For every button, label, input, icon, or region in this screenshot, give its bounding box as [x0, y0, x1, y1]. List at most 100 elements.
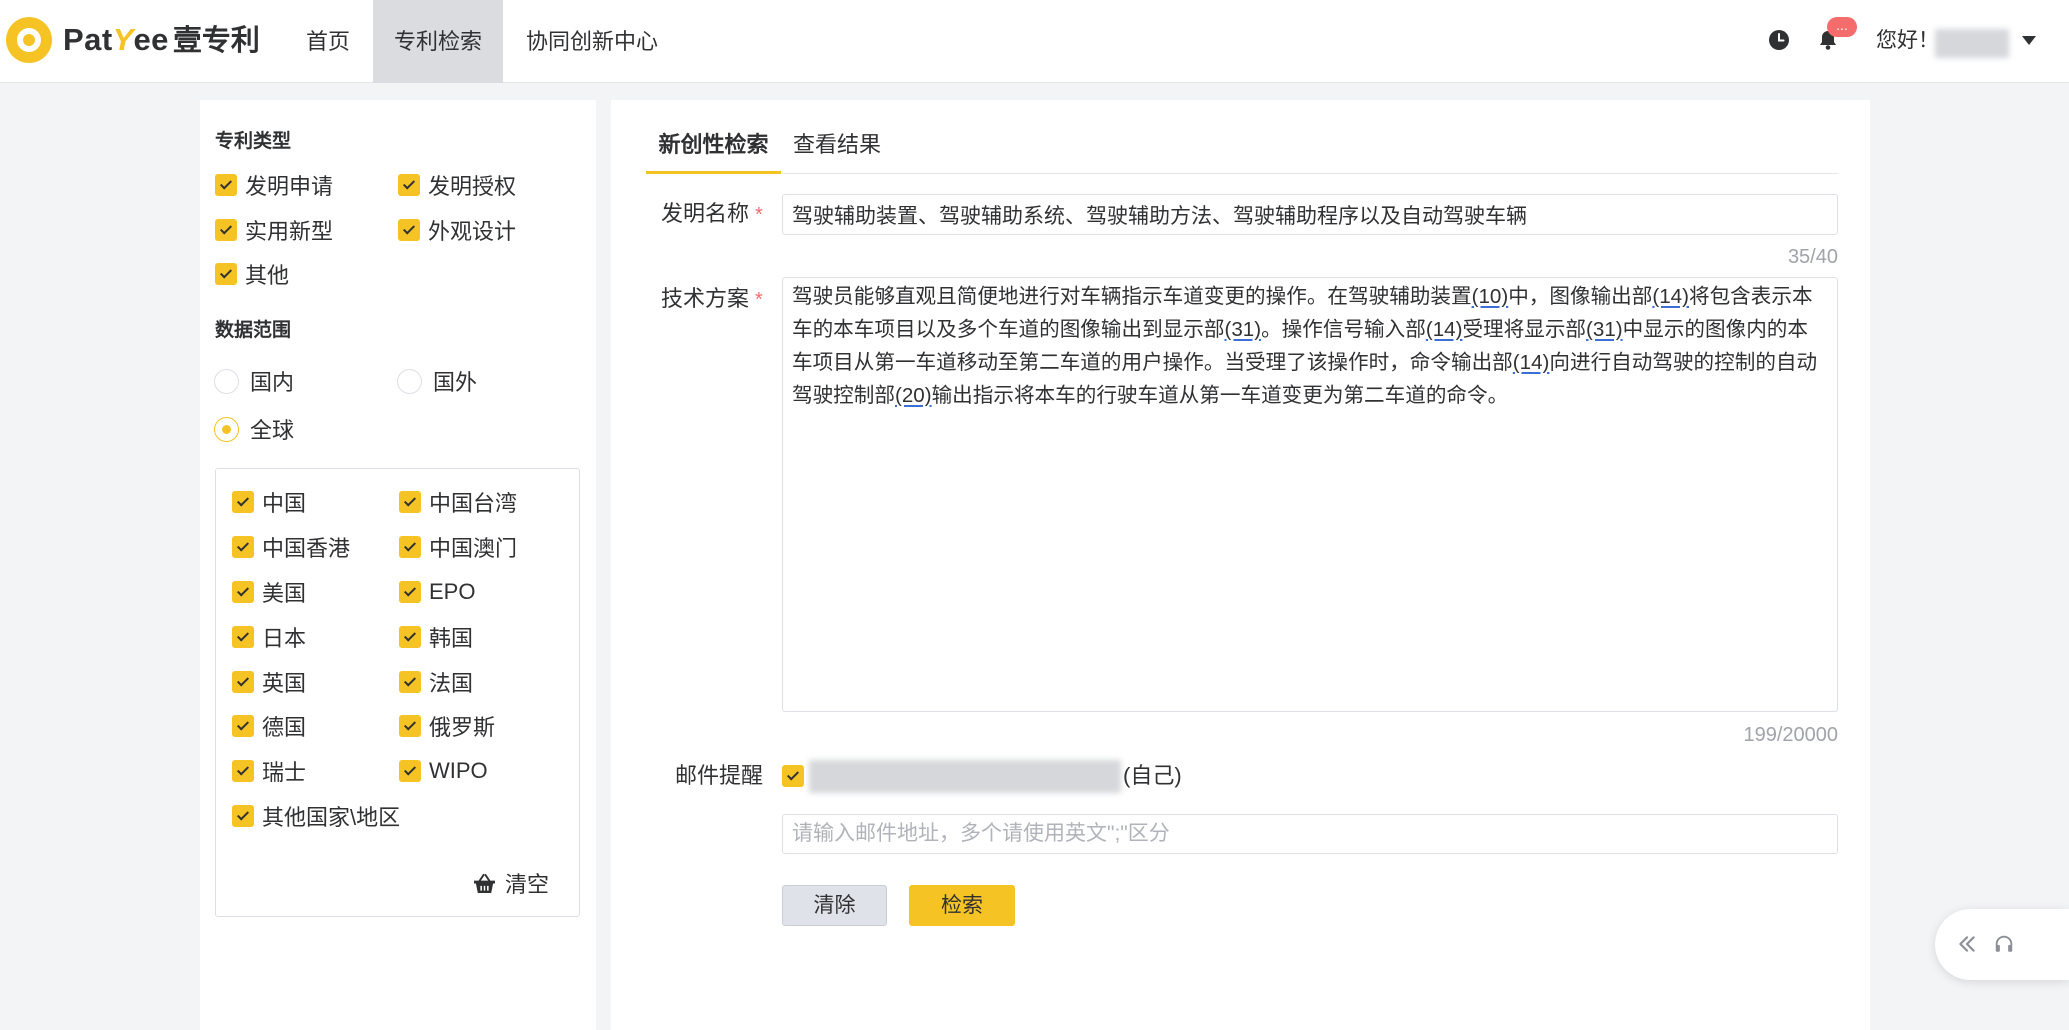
headset-icon[interactable] — [1993, 933, 2015, 955]
checkbox-country[interactable]: 韩国 — [399, 623, 473, 651]
check-icon — [403, 718, 417, 731]
checkbox-box[interactable] — [398, 219, 420, 241]
email-address-input[interactable] — [782, 814, 1838, 854]
checkbox-box[interactable] — [232, 760, 254, 782]
checkbox-box[interactable] — [232, 715, 254, 737]
search-panel: 新创性检索 查看结果 发明名称* 35/40 技术方案* 驾驶员能够直观且简便地… — [611, 100, 1870, 1030]
invention-title-input[interactable] — [782, 194, 1838, 235]
checkbox-box[interactable] — [782, 765, 804, 787]
checkbox-box[interactable] — [215, 263, 237, 285]
checkbox-country[interactable]: 中国台湾 — [399, 488, 517, 516]
caret-down-icon[interactable] — [2022, 36, 2036, 45]
redacted-username[interactable] — [1935, 29, 2009, 58]
checkbox-box[interactable] — [399, 536, 421, 558]
reference-numeral: (14) — [1425, 318, 1463, 341]
radio-label: 全球 — [250, 418, 295, 443]
radio-domestic[interactable]: 国内 — [214, 367, 294, 395]
checkbox-box[interactable] — [399, 626, 421, 648]
checkbox-box[interactable] — [232, 536, 254, 558]
check-icon — [236, 763, 250, 776]
scheme-text-segment: 受理将显示部 — [1462, 318, 1587, 341]
check-icon — [402, 177, 416, 190]
checkbox-design[interactable]: 外观设计 — [398, 216, 516, 244]
email-reminder-checkbox[interactable] — [782, 762, 804, 790]
checkbox-country[interactable]: 法国 — [399, 668, 473, 696]
tab-novelty-search[interactable]: 新创性检索 — [646, 122, 781, 168]
checkbox-country[interactable]: WIPO — [399, 757, 488, 785]
nav-collab-center[interactable]: 协同创新中心 — [505, 0, 679, 83]
checkbox-box[interactable] — [215, 174, 237, 196]
checkbox-country[interactable]: 美国 — [232, 578, 306, 606]
checkbox-label: 韩国 — [429, 626, 474, 651]
checkbox-label: 外观设计 — [428, 219, 517, 244]
reference-numeral: (31) — [1586, 318, 1623, 341]
nav-patent-search[interactable]: 专利检索 — [373, 0, 503, 83]
checkbox-country[interactable]: 中国澳门 — [399, 533, 517, 561]
checkbox-label: 中国澳门 — [429, 536, 518, 561]
radio-foreign[interactable]: 国外 — [397, 367, 477, 395]
checkbox-label: 日本 — [262, 626, 307, 651]
tab-view-results[interactable]: 查看结果 — [781, 122, 893, 168]
search-button[interactable]: 检索 — [909, 885, 1015, 926]
radio-circle[interactable] — [397, 368, 422, 394]
check-icon — [403, 629, 417, 642]
title-char-counter: 35/40 — [1787, 246, 1838, 268]
checkbox-country[interactable]: 德国 — [232, 712, 306, 740]
checkbox-label: 英国 — [262, 671, 307, 696]
checkbox-other-type[interactable]: 其他 — [215, 260, 289, 288]
check-icon — [236, 674, 250, 687]
checkbox-box[interactable] — [399, 760, 421, 782]
checkbox-country[interactable]: 俄罗斯 — [399, 712, 495, 740]
check-icon — [786, 768, 800, 781]
check-icon — [403, 584, 417, 597]
checkbox-invention-application[interactable]: 发明申请 — [215, 171, 333, 199]
checkbox-label: 发明申请 — [245, 174, 334, 199]
checkbox-country[interactable]: 其他国家\地区 — [232, 802, 400, 830]
checkbox-utility-model[interactable]: 实用新型 — [215, 216, 333, 244]
checkbox-label: EPO — [429, 579, 476, 604]
radio-circle[interactable] — [214, 368, 239, 394]
clear-button[interactable]: 清除 — [782, 885, 887, 926]
checkbox-box[interactable] — [232, 671, 254, 693]
patyee-logo-icon[interactable] — [5, 16, 53, 64]
checkbox-box[interactable] — [399, 491, 421, 513]
tech-scheme-content: 驾驶员能够直观且简便地进行对车辆指示车道变更的操作。在驾驶辅助装置(10)中，图… — [792, 280, 1828, 412]
double-chevron-left-icon[interactable] — [1956, 933, 1978, 955]
checkbox-label: 德国 — [262, 715, 307, 740]
required-mark: * — [755, 289, 763, 311]
checkbox-country[interactable]: 英国 — [232, 668, 306, 696]
nav-home[interactable]: 首页 — [285, 0, 371, 83]
checkbox-label: 实用新型 — [245, 219, 334, 244]
check-icon — [402, 222, 416, 235]
check-icon — [236, 539, 250, 552]
country-list: 中国 中国台湾 中国香港 中国澳门 美国 EPO 日本 韩国 英国 法国 德国 … — [215, 468, 580, 917]
checkbox-country[interactable]: 日本 — [232, 623, 306, 651]
radio-global[interactable]: 全球 — [214, 415, 294, 443]
checkbox-country[interactable]: EPO — [399, 578, 475, 606]
clock-icon[interactable] — [1768, 29, 1790, 51]
checkbox-invention-grant[interactable]: 发明授权 — [398, 171, 516, 199]
check-icon — [236, 494, 250, 507]
checkbox-country[interactable]: 瑞士 — [232, 757, 306, 785]
checkbox-country[interactable]: 中国 — [232, 488, 306, 516]
check-icon — [236, 584, 250, 597]
own-email-suffix: (自己) — [1123, 763, 1182, 788]
support-widget — [1935, 909, 2069, 980]
checkbox-box[interactable] — [232, 805, 254, 827]
tech-scheme-textarea[interactable]: 驾驶员能够直观且简便地进行对车辆指示车道变更的操作。在驾驶辅助装置(10)中，图… — [782, 277, 1838, 712]
checkbox-box[interactable] — [399, 581, 421, 603]
checkbox-country[interactable]: 中国香港 — [232, 533, 350, 561]
logo-wordmark[interactable]: PatYee 壹专利 — [63, 20, 260, 60]
checkbox-box[interactable] — [399, 715, 421, 737]
checkbox-box[interactable] — [398, 174, 420, 196]
checkbox-box[interactable] — [232, 491, 254, 513]
checkbox-label: 中国台湾 — [429, 491, 518, 516]
checkbox-box[interactable] — [232, 581, 254, 603]
checkbox-box[interactable] — [232, 626, 254, 648]
checkbox-box[interactable] — [215, 219, 237, 241]
email-reminder-label: 邮件提醒 — [675, 763, 764, 788]
clear-countries-button[interactable]: 清空 — [473, 869, 549, 897]
checkbox-box[interactable] — [399, 671, 421, 693]
radio-circle[interactable] — [214, 416, 239, 442]
check-icon — [403, 539, 417, 552]
